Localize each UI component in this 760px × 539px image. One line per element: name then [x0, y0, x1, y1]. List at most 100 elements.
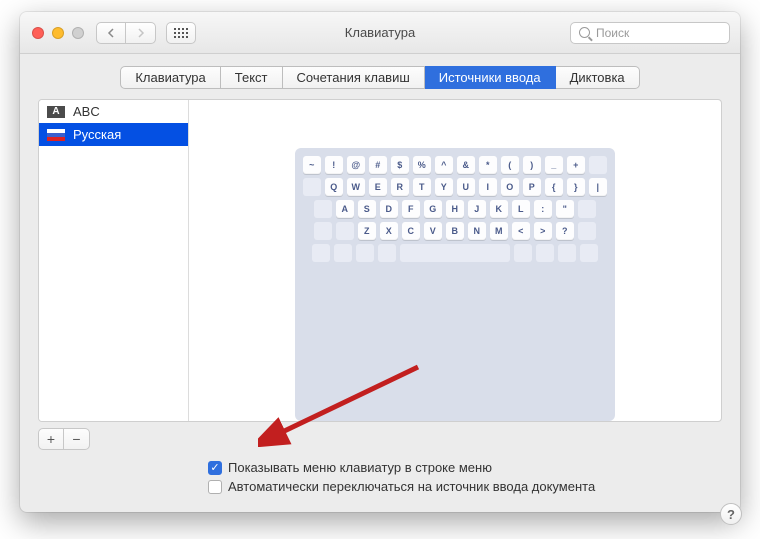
checkbox-icon[interactable]	[208, 461, 222, 475]
forward-button[interactable]	[126, 22, 156, 44]
key: %	[413, 156, 431, 174]
key: |	[589, 178, 607, 196]
key: O	[501, 178, 519, 196]
key: !	[325, 156, 343, 174]
key-blank	[336, 222, 354, 240]
key: _	[545, 156, 563, 174]
key: K	[490, 200, 508, 218]
key: ?	[556, 222, 574, 240]
key: (	[501, 156, 519, 174]
source-label: Русская	[73, 127, 121, 142]
chevron-left-icon	[107, 28, 115, 38]
list-item[interactable]: A ABC	[39, 100, 188, 123]
zoom-icon[interactable]	[72, 27, 84, 39]
key-blank	[536, 244, 554, 262]
key: @	[347, 156, 365, 174]
source-label: ABC	[73, 104, 100, 119]
key-blank	[314, 222, 332, 240]
key: G	[424, 200, 442, 218]
key: R	[391, 178, 409, 196]
key: "	[556, 200, 574, 218]
tab-text[interactable]: Текст	[221, 66, 283, 89]
minimize-icon[interactable]	[52, 27, 64, 39]
key-blank	[314, 200, 332, 218]
key: {	[545, 178, 563, 196]
key: S	[358, 200, 376, 218]
key: Y	[435, 178, 453, 196]
key: F	[402, 200, 420, 218]
key: V	[424, 222, 442, 240]
preferences-window: Клавиатура Поиск Клавиатура Текст Сочета…	[20, 12, 740, 512]
key-blank	[378, 244, 396, 262]
key: M	[490, 222, 508, 240]
search-placeholder: Поиск	[596, 26, 629, 40]
key: >	[534, 222, 552, 240]
close-icon[interactable]	[32, 27, 44, 39]
add-button[interactable]: +	[38, 428, 64, 450]
content-area: A ABC Русская ~!@#$%^&*()_+ QWERTYUIOP{}…	[20, 99, 740, 512]
key-blank	[334, 244, 352, 262]
nav-back-forward	[96, 22, 156, 44]
key: J	[468, 200, 486, 218]
key: D	[380, 200, 398, 218]
key: :	[534, 200, 552, 218]
key: X	[380, 222, 398, 240]
key: }	[567, 178, 585, 196]
checkbox-icon[interactable]	[208, 480, 222, 494]
back-button[interactable]	[96, 22, 126, 44]
key: Q	[325, 178, 343, 196]
key: C	[402, 222, 420, 240]
key-blank	[356, 244, 374, 262]
key: +	[567, 156, 585, 174]
key-blank	[514, 244, 532, 262]
show-all-button[interactable]	[166, 22, 196, 44]
tab-input-sources[interactable]: Источники ввода	[425, 66, 556, 89]
search-icon	[579, 27, 590, 38]
key: E	[369, 178, 387, 196]
search-field[interactable]: Поиск	[570, 22, 730, 44]
key: Z	[358, 222, 376, 240]
key: W	[347, 178, 365, 196]
key-blank	[580, 244, 598, 262]
window-title: Клавиатура	[345, 25, 415, 40]
chevron-right-icon	[137, 28, 145, 38]
remove-button[interactable]: −	[64, 428, 90, 450]
keyboard-abc-icon: A	[47, 106, 65, 118]
keyboard-graphic: ~!@#$%^&*()_+ QWERTYUIOP{}| ASDFGHJKL:" …	[295, 148, 615, 421]
keyboard-preview: ~!@#$%^&*()_+ QWERTYUIOP{}| ASDFGHJKL:" …	[189, 100, 721, 421]
key: ^	[435, 156, 453, 174]
key-space	[400, 244, 510, 262]
option-auto-switch[interactable]: Автоматически переключаться на источник …	[208, 479, 722, 494]
key: ~	[303, 156, 321, 174]
key: I	[479, 178, 497, 196]
key-blank	[312, 244, 330, 262]
key: T	[413, 178, 431, 196]
key: L	[512, 200, 530, 218]
key: )	[523, 156, 541, 174]
list-item[interactable]: Русская	[39, 123, 188, 146]
titlebar: Клавиатура Поиск	[20, 12, 740, 54]
key: <	[512, 222, 530, 240]
option-label: Показывать меню клавиатур в строке меню	[228, 460, 492, 475]
key: H	[446, 200, 464, 218]
key: U	[457, 178, 475, 196]
key: P	[523, 178, 541, 196]
key-blank	[558, 244, 576, 262]
tab-dictation[interactable]: Диктовка	[556, 66, 640, 89]
list-footer: + −	[38, 422, 188, 450]
option-show-menu[interactable]: Показывать меню клавиатур в строке меню	[208, 460, 722, 475]
window-controls	[32, 27, 84, 39]
flag-russia-icon	[47, 129, 65, 141]
option-label: Автоматически переключаться на источник …	[228, 479, 595, 494]
key: B	[446, 222, 464, 240]
key: *	[479, 156, 497, 174]
key: &	[457, 156, 475, 174]
key-blank	[578, 200, 596, 218]
tab-bar: Клавиатура Текст Сочетания клавиш Источн…	[20, 54, 740, 99]
input-source-list: A ABC Русская	[39, 100, 189, 421]
key: #	[369, 156, 387, 174]
tab-shortcuts[interactable]: Сочетания клавиш	[283, 66, 425, 89]
tab-keyboard[interactable]: Клавиатура	[120, 66, 220, 89]
key-blank	[578, 222, 596, 240]
key: N	[468, 222, 486, 240]
